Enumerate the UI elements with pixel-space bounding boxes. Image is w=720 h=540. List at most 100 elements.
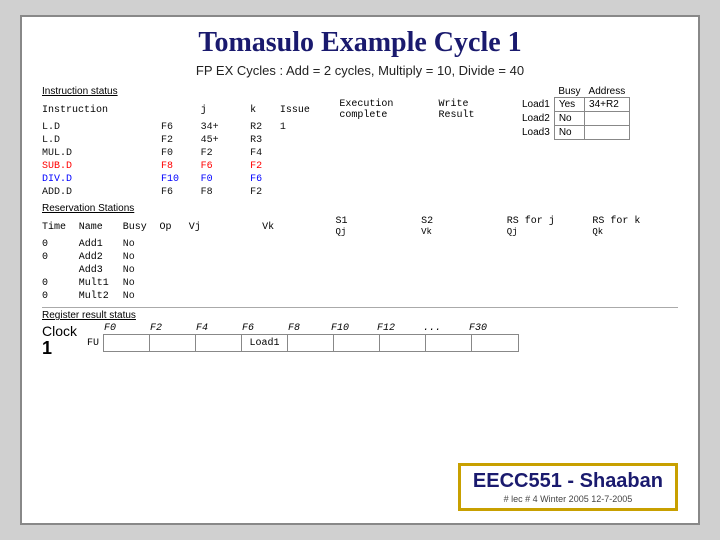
instr-exec [339,134,438,147]
register-result-label: Register result status [42,310,678,321]
rs-col-s1: S1Qj [336,216,422,238]
load-name: Load3 [518,126,554,140]
rs-col-busy: Busy [123,216,160,238]
rs-vk [262,238,335,251]
rs-name: Mult1 [79,277,123,290]
rs-op [159,238,188,251]
instr-k: R2 [250,121,280,134]
reg-data-cell [426,335,472,351]
instruction-row: ADD.D F6 F8 F2 [42,186,508,199]
col-k: k [250,99,280,121]
instr-name: ADD.D [42,186,161,199]
title: Tomasulo Example Cycle 1 [42,27,678,59]
instr-k: F2 [250,186,280,199]
clock-value: 1 [42,339,77,357]
load-row: Load3 No [518,126,629,140]
rs-time: 0 [42,277,79,290]
rs-row: 0 Mult1 No [42,277,678,290]
instruction-row: L.D F6 34+ R2 1 [42,121,508,134]
instr-spacer [240,147,250,160]
instruction-row: L.D F2 45+ R3 [42,134,508,147]
rs-rsj [507,238,593,251]
rs-rsk [592,290,678,303]
rs-label: Reservation Stations [42,203,678,214]
clock-label: Clock [42,323,77,339]
instr-k: F2 [250,160,280,173]
reg-header-cell: F2 [133,323,179,334]
reg-header-cell: F0 [87,323,133,334]
rs-vj [189,238,262,251]
instr-k: F6 [250,173,280,186]
instruction-status-label: Instruction status [42,86,508,97]
rs-qk [421,290,507,303]
load-row: Load2 No [518,112,629,126]
instr-j: F6 [201,160,241,173]
clock-area: Clock 1 F0F2F4F6F8F10F12...F30 FU Load1 [42,323,678,357]
rs-rsj [507,277,593,290]
rs-busy: No [123,290,160,303]
instr-spacer [240,186,250,199]
footer-box: EECC551 - Shaaban # lec # 4 Winter 2005 … [458,463,678,511]
instr-issue [280,147,339,160]
subtitle: FP EX Cycles : Add = 2 cycles, Multiply … [42,63,678,78]
instr-dest: F0 [161,147,201,160]
register-result-section: Register result status Clock 1 F0F2F4F6F… [42,307,678,357]
rs-time [42,264,79,277]
instr-name: L.D [42,134,161,147]
rs-op [159,251,188,264]
rs-col-name: Name [79,216,123,238]
instr-name: MUL.D [42,147,161,160]
load-address: 34+R2 [585,98,630,112]
reg-header-cell: F4 [179,323,225,334]
reservation-stations-section: Reservation Stations Time Name Busy Op V… [42,203,678,303]
reg-header-row: F0F2F4F6F8F10F12...F30 [87,323,678,334]
col-issue: Issue [280,99,339,121]
load-buffers-section: Busy Address Load1 Yes 34+R2 Load2 No Lo… [518,86,678,199]
instr-write [439,134,508,147]
reg-data-cell [334,335,380,351]
reg-data-cell [196,335,242,351]
instr-spacer [240,134,250,147]
instr-write [439,147,508,160]
rs-rsj [507,251,593,264]
footer-main: EECC551 - Shaaban [473,470,663,493]
rs-row: 0 Add1 No [42,238,678,251]
instr-exec [339,160,438,173]
load-name: Load1 [518,98,554,112]
instr-issue [280,173,339,186]
load-col-busy: Busy [554,86,584,98]
rs-busy: No [123,238,160,251]
reg-data-row: Load1 [103,334,519,352]
load-busy: No [554,112,584,126]
rs-qj [336,238,422,251]
slide: Tomasulo Example Cycle 1 FP EX Cycles : … [20,15,700,525]
rs-rsj [507,290,593,303]
clock-section: Clock 1 [42,323,77,357]
reg-header-cell: F30 [455,323,501,334]
rs-vk [262,264,335,277]
rs-vj [189,277,262,290]
rs-op [159,290,188,303]
rs-time: 0 [42,251,79,264]
rs-col-vj: Vj [189,216,262,238]
rs-rsk [592,277,678,290]
rs-table: Time Name Busy Op Vj Vk S1Qj S2Vk RS for… [42,216,678,303]
instr-name: DIV.D [42,173,161,186]
col-spacer [240,99,250,121]
instruction-status-section: Instruction status Instruction j k Issue… [42,86,508,199]
instr-exec [339,173,438,186]
instr-j: 34+ [201,121,241,134]
rs-qj [336,251,422,264]
instr-issue [280,186,339,199]
rs-qk [421,277,507,290]
rs-qk [421,238,507,251]
instr-k: R3 [250,134,280,147]
load-busy: No [554,126,584,140]
rs-rsk [592,264,678,277]
reg-header-cell: F10 [317,323,363,334]
reg-header-cell: F12 [363,323,409,334]
rs-col-time: Time [42,216,79,238]
instr-write [439,173,508,186]
instr-issue [280,160,339,173]
reg-data-cell [150,335,196,351]
